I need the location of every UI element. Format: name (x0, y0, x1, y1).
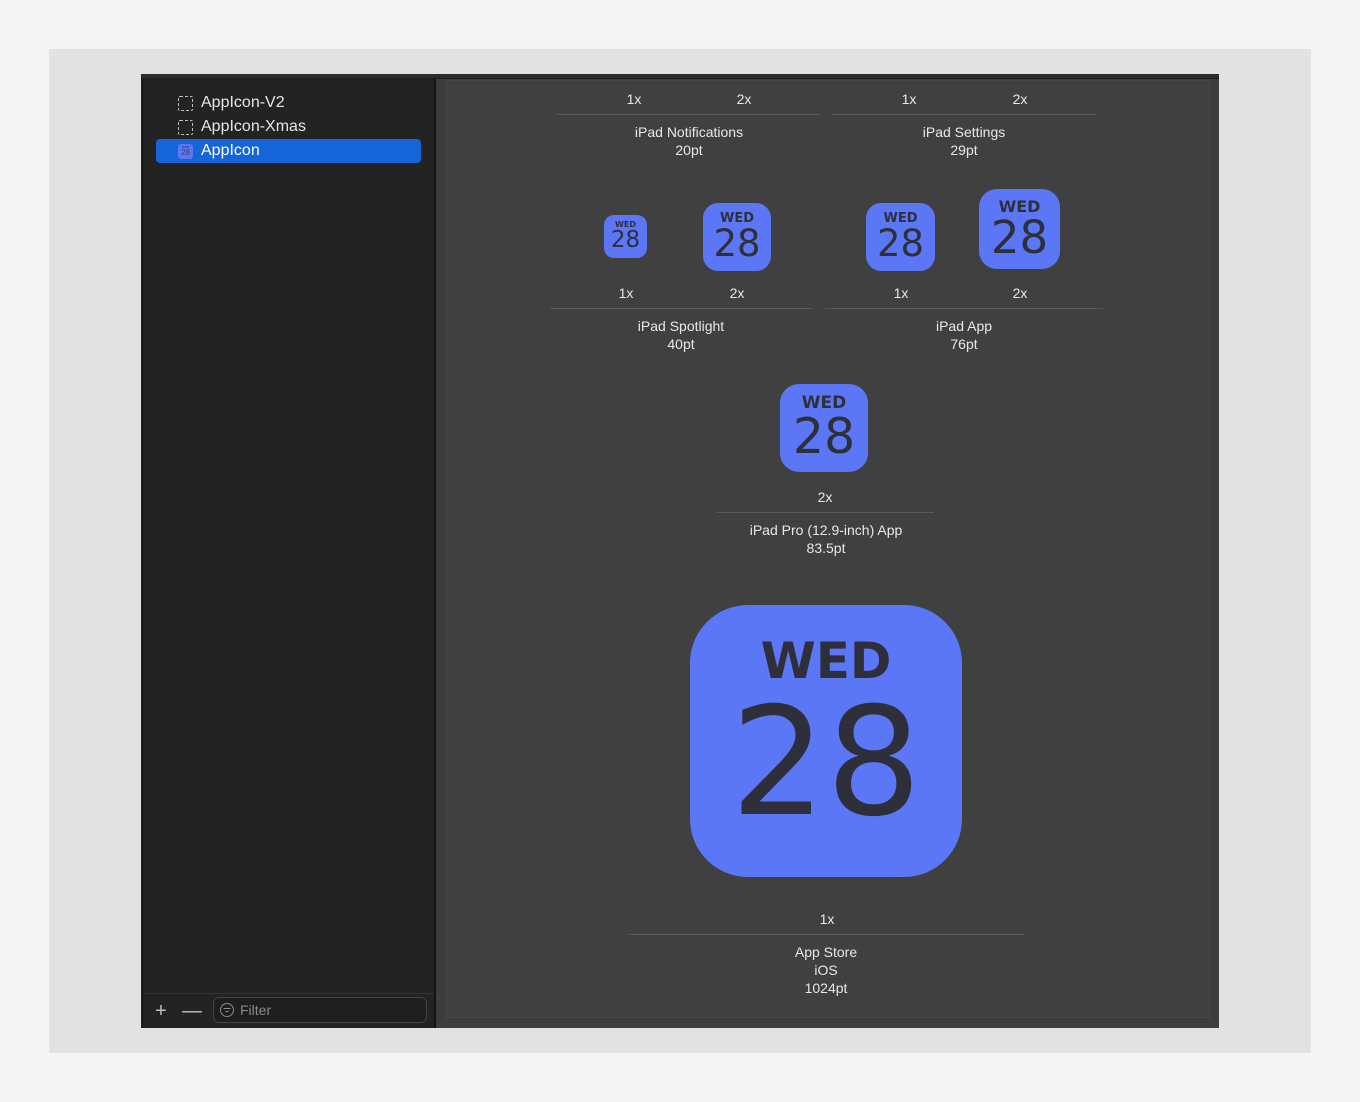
group-platform: iOS (814, 962, 838, 978)
filter-icon (220, 1003, 234, 1017)
icon-date: 28 (610, 227, 641, 253)
group-title: iPad Settings (922, 124, 1006, 140)
asset-item-appicon-v2[interactable]: AppIcon-V2 (156, 91, 421, 115)
app-icon-well-ipad-app-2x[interactable]: WED 28 (979, 189, 1060, 269)
app-icon-well-spotlight-2x[interactable]: WED 28 (703, 203, 771, 271)
asset-item-label: AppIcon-V2 (201, 94, 285, 111)
empty-image-set-icon (178, 95, 193, 111)
group-separator (629, 934, 1024, 935)
scale-label: 1x (618, 285, 634, 301)
asset-item-label: AppIcon-Xmas (201, 118, 306, 135)
app-icon-thumbnail: WED 28 (178, 143, 193, 159)
scale-label: 1x (819, 911, 835, 927)
group-title: iPad Notifications (634, 124, 744, 140)
thumbnail-date: 28 (181, 147, 190, 157)
group-size: 1024pt (804, 980, 848, 996)
scale-label: 1x (893, 285, 909, 301)
scale-label: 2x (1012, 91, 1028, 107)
scale-label: 2x (736, 91, 752, 107)
asset-item-label: AppIcon (201, 142, 260, 159)
icon-date: 28 (990, 210, 1049, 264)
group-title: App Store (794, 944, 858, 960)
asset-item-appicon[interactable]: WED 28 AppIcon (156, 139, 421, 163)
asset-item-appicon-xmas[interactable]: AppIcon-Xmas (156, 115, 421, 139)
group-separator (825, 308, 1103, 309)
app-icon-well-spotlight-1x[interactable]: WED 28 (604, 215, 647, 258)
group-separator (832, 114, 1096, 115)
scale-label: 1x (901, 91, 917, 107)
filter-input[interactable] (240, 1002, 420, 1018)
add-asset-button[interactable]: + (150, 1000, 172, 1022)
group-separator (717, 512, 934, 513)
app-icon-well-ipad-pro-2x[interactable]: WED 28 (780, 384, 868, 472)
app-icon-well-ipad-app-1x[interactable]: WED 28 (866, 203, 935, 271)
group-size: 76pt (950, 336, 978, 352)
icon-date: 28 (730, 676, 922, 850)
group-size: 83.5pt (806, 540, 846, 556)
icon-date: 28 (876, 222, 925, 265)
scale-label: 2x (1012, 285, 1028, 301)
group-separator (550, 308, 812, 309)
app-icon-well-app-store-1x[interactable]: WED 28 (690, 605, 962, 877)
icon-date: 28 (713, 222, 761, 265)
group-title: iPad App (935, 318, 993, 334)
group-size: 29pt (950, 142, 978, 158)
filter-field[interactable] (213, 997, 427, 1023)
scale-label: 1x (626, 91, 642, 107)
remove-asset-button[interactable]: — (181, 1000, 203, 1022)
scale-label: 2x (729, 285, 745, 301)
scale-label: 2x (817, 489, 833, 505)
group-title: iPad Pro (12.9-inch) App (749, 522, 903, 538)
group-separator (557, 114, 820, 115)
group-size: 20pt (675, 142, 703, 158)
group-title: iPad Spotlight (637, 318, 725, 334)
empty-image-set-icon (178, 119, 193, 135)
asset-list-sidebar (144, 79, 434, 1028)
icon-date: 28 (792, 408, 856, 465)
group-size: 40pt (667, 336, 695, 352)
